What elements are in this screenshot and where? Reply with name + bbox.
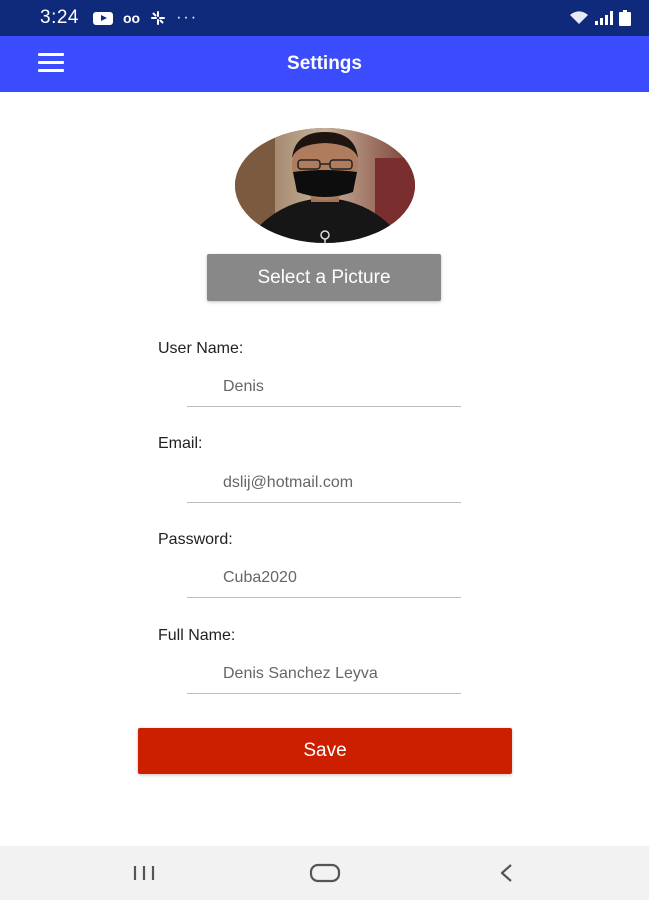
wifi-icon xyxy=(569,11,589,25)
voicemail-icon: oo xyxy=(122,10,141,26)
home-icon[interactable] xyxy=(295,856,355,890)
page-title: Settings xyxy=(287,53,362,74)
password-label: Password: xyxy=(158,531,233,548)
profile-avatar xyxy=(235,128,415,243)
user-name-label: User Name: xyxy=(158,340,244,357)
recent-apps-icon[interactable] xyxy=(114,856,174,890)
system-nav-bar xyxy=(0,846,649,900)
status-icons-right xyxy=(569,10,631,26)
select-picture-button[interactable]: Select a Picture xyxy=(207,254,441,301)
status-time: 3:24 xyxy=(40,7,79,28)
email-field[interactable] xyxy=(187,463,461,503)
password-field[interactable] xyxy=(187,558,461,598)
full-name-label: Full Name: xyxy=(158,627,236,644)
email-label: Email: xyxy=(158,435,203,452)
status-icons-left: oo ··· xyxy=(92,9,199,27)
status-bar: 3:24 oo ··· xyxy=(0,0,649,36)
more-dots-icon: ··· xyxy=(176,9,199,26)
full-name-field[interactable] xyxy=(187,654,461,694)
hamburger-menu-icon[interactable] xyxy=(38,53,64,75)
pinwheel-icon xyxy=(150,10,166,26)
signal-icon xyxy=(595,11,613,25)
back-icon[interactable] xyxy=(477,856,537,890)
user-name-field[interactable] xyxy=(187,367,461,407)
app-bar: Settings xyxy=(0,36,649,92)
youtube-icon xyxy=(92,11,113,25)
save-button[interactable]: Save xyxy=(138,728,512,774)
battery-icon xyxy=(619,10,631,26)
